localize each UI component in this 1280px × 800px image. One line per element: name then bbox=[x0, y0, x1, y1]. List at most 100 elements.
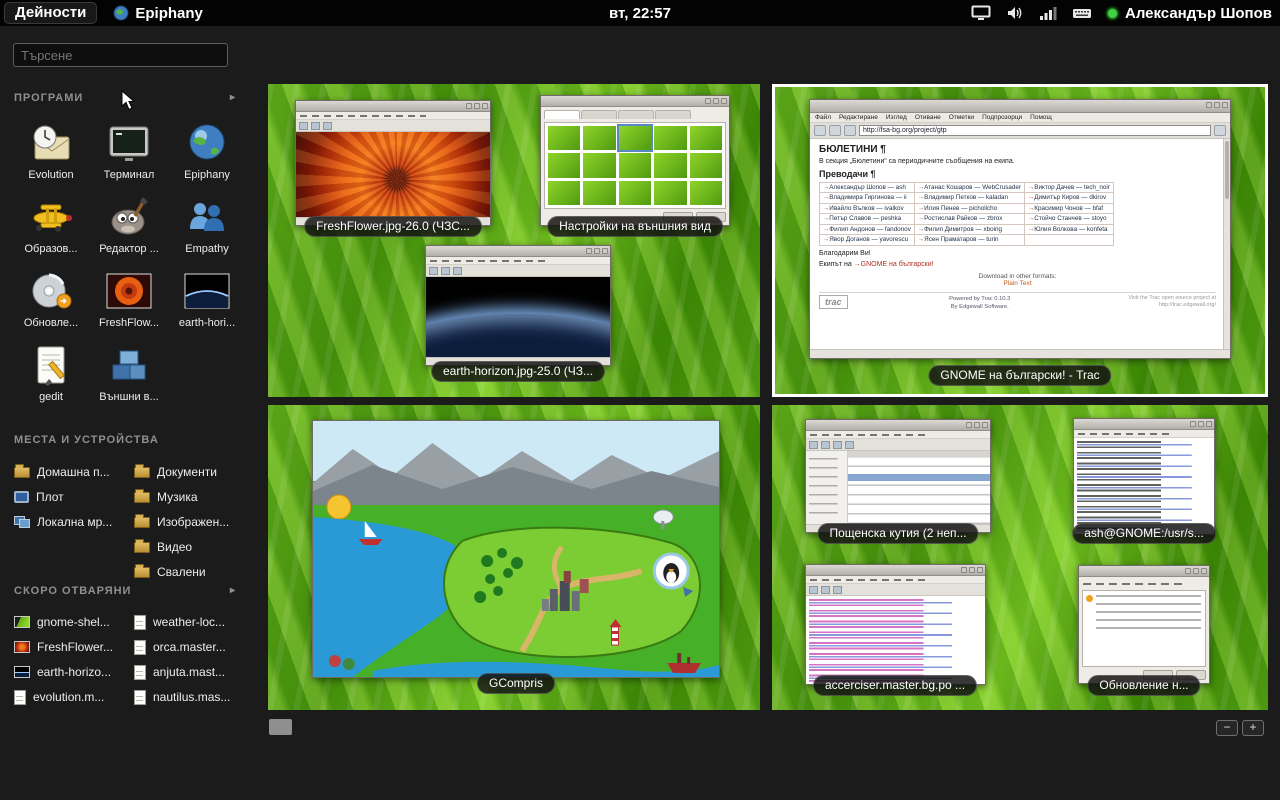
gnome-shell-overview: Дейности Epiphany вт, 22:57 Александър Ш… bbox=[0, 0, 1280, 800]
document-icon bbox=[134, 640, 146, 655]
translators-table: →Александър Шопов — ash →Атанас Кошаров … bbox=[819, 182, 1114, 246]
app-item-earth-horizon[interactable]: earth-hori... bbox=[168, 268, 246, 329]
app-item-epiphany[interactable]: Epiphany bbox=[168, 120, 246, 181]
workspace-4[interactable]: Пощенска кутия (2 неп... ash@GNOME:/usr/… bbox=[772, 405, 1268, 710]
user-menu[interactable]: Александър Шопов bbox=[1107, 5, 1272, 22]
window-menubar bbox=[296, 112, 490, 120]
network-signal-icon[interactable] bbox=[1039, 5, 1057, 21]
recent-item[interactable]: weather-loc... bbox=[134, 612, 230, 632]
window-gcompris[interactable] bbox=[312, 420, 720, 678]
recent-expand-icon[interactable]: ▸ bbox=[230, 585, 236, 596]
app-item-freshflower[interactable]: FreshFlow... bbox=[90, 268, 168, 329]
translator-cell: →Стойчо Станчев — stoyo bbox=[1028, 214, 1110, 223]
window-title-pill: ash@GNOME:/usr/s... bbox=[1072, 523, 1216, 544]
network-places-icon bbox=[14, 516, 30, 528]
translator-cell: →Владимир Петков — kaladan bbox=[918, 193, 1021, 202]
recent-item[interactable]: orca.master... bbox=[134, 637, 230, 657]
activities-button[interactable]: Дейности bbox=[4, 2, 97, 24]
window-trac-browser[interactable]: Файл Редактиране Изглед Отиване Отметки … bbox=[809, 99, 1231, 359]
window-appearance-settings[interactable] bbox=[540, 95, 730, 226]
recent-item[interactable]: earth-horizo... bbox=[14, 662, 113, 682]
place-item-videos[interactable]: Видео bbox=[134, 537, 229, 557]
window-toolbar bbox=[806, 439, 990, 451]
app-item-external-devices[interactable]: Външни в... bbox=[90, 342, 168, 403]
clock[interactable]: вт, 22:57 bbox=[609, 5, 671, 22]
window-earth-horizon[interactable] bbox=[425, 245, 611, 366]
software-update-icon bbox=[26, 268, 76, 314]
window-titlebar bbox=[296, 101, 490, 112]
app-item-terminal[interactable]: Терминал bbox=[90, 120, 168, 181]
earth-image bbox=[426, 277, 610, 357]
window-titlebar bbox=[426, 246, 610, 257]
back-icon bbox=[814, 125, 826, 136]
empathy-icon bbox=[182, 194, 232, 240]
window-update-manager[interactable] bbox=[1078, 565, 1210, 684]
translator-cell: →Красимир Чонов — bfaf bbox=[1028, 204, 1110, 213]
recent-item[interactable]: nautilus.mas... bbox=[134, 687, 230, 707]
app-item-software-update[interactable]: Обновле... bbox=[12, 268, 90, 329]
recent-label: FreshFlower... bbox=[37, 640, 113, 654]
place-label: Домашна п... bbox=[37, 465, 110, 479]
keyboard-icon[interactable] bbox=[1072, 5, 1092, 21]
place-item-local-network[interactable]: Локална мр... bbox=[14, 512, 112, 532]
workspace-1[interactable]: FreshFlower.jpg-26.0 (ЧЗС... Настройки н… bbox=[268, 84, 760, 397]
workspace-3[interactable]: GCompris bbox=[268, 405, 760, 710]
app-item-gedit[interactable]: gedit bbox=[12, 342, 90, 403]
music-folder-icon bbox=[134, 492, 150, 503]
app-menu-label: Epiphany bbox=[135, 5, 203, 22]
app-item-evolution[interactable]: Evolution bbox=[12, 120, 90, 181]
appearance-content bbox=[541, 107, 729, 225]
programs-expand-icon[interactable]: ▸ bbox=[230, 92, 236, 103]
place-item-desktop[interactable]: Плот bbox=[14, 487, 112, 507]
download-label: Download in other formats: bbox=[819, 273, 1216, 280]
window-titlebar bbox=[806, 420, 990, 431]
downloads-folder-icon bbox=[134, 567, 150, 578]
app-item-gimp[interactable]: Редактор ... bbox=[90, 194, 168, 255]
workspace-2-active[interactable]: Файл Редактиране Изглед Отиване Отметки … bbox=[772, 84, 1268, 397]
recent-item[interactable]: gnome-shel... bbox=[14, 612, 113, 632]
window-terminal[interactable] bbox=[1073, 418, 1215, 535]
powered-by: Powered by Trac 0.10.3 By Edgewall Softw… bbox=[856, 295, 1104, 312]
wallpaper-grid bbox=[544, 122, 726, 209]
workspace-indicator[interactable] bbox=[269, 719, 292, 735]
window-title-pill: earth-horizon.jpg-25.0 (ЧЗ... bbox=[431, 361, 605, 382]
team-link: →GNOME на български! bbox=[854, 261, 934, 268]
browser-statusbar bbox=[810, 349, 1230, 358]
app-item-empathy[interactable]: Empathy bbox=[168, 194, 246, 255]
window-menubar bbox=[426, 257, 610, 265]
recent-item[interactable]: evolution.m... bbox=[14, 687, 113, 707]
translator-cell: →Ивайло Вълков — ivalkov bbox=[823, 204, 911, 213]
download-section: Download in other formats: Plain Text bbox=[819, 273, 1216, 287]
add-workspace-button[interactable]: + bbox=[1242, 720, 1264, 736]
recent-item[interactable]: anjuta.mast... bbox=[134, 662, 230, 682]
place-item-downloads[interactable]: Свалени bbox=[134, 562, 229, 582]
place-item-pictures[interactable]: Изображен... bbox=[134, 512, 229, 532]
recent-label: nautilus.mas... bbox=[153, 690, 230, 704]
remove-workspace-button[interactable]: − bbox=[1216, 720, 1238, 736]
search-input[interactable] bbox=[13, 43, 228, 67]
translator-cell: →Александър Шопов — ash bbox=[823, 183, 911, 192]
gcompris-scene bbox=[313, 421, 719, 677]
window-evolution-mail[interactable] bbox=[805, 419, 991, 533]
display-icon[interactable] bbox=[971, 5, 991, 21]
window-titlebar bbox=[541, 96, 729, 107]
menu-tabs: Подпрозорци bbox=[982, 114, 1022, 121]
place-item-documents[interactable]: Документи bbox=[134, 462, 229, 482]
document-icon bbox=[134, 615, 146, 630]
translator-cell: →Явор Доганов — yavorescu bbox=[823, 235, 911, 244]
app-item-gcompris[interactable]: Образов... bbox=[12, 194, 90, 255]
recent-title: СКОРО ОТВАРЯНИ bbox=[14, 585, 131, 597]
place-label: Свалени bbox=[157, 565, 206, 579]
window-freshflower[interactable] bbox=[295, 100, 491, 226]
gimp-icon bbox=[104, 194, 154, 240]
status-area: Александър Шопов bbox=[971, 0, 1272, 26]
place-item-music[interactable]: Музика bbox=[134, 487, 229, 507]
place-item-home[interactable]: Домашна п... bbox=[14, 462, 112, 482]
app-menu[interactable]: Epiphany bbox=[113, 5, 203, 22]
volume-icon[interactable] bbox=[1006, 5, 1024, 21]
window-po-editor[interactable] bbox=[805, 564, 986, 685]
place-label: Документи bbox=[157, 465, 217, 479]
recent-label: anjuta.mast... bbox=[153, 665, 225, 679]
team-prefix: Екипът на bbox=[819, 261, 854, 268]
recent-item[interactable]: FreshFlower... bbox=[14, 637, 113, 657]
